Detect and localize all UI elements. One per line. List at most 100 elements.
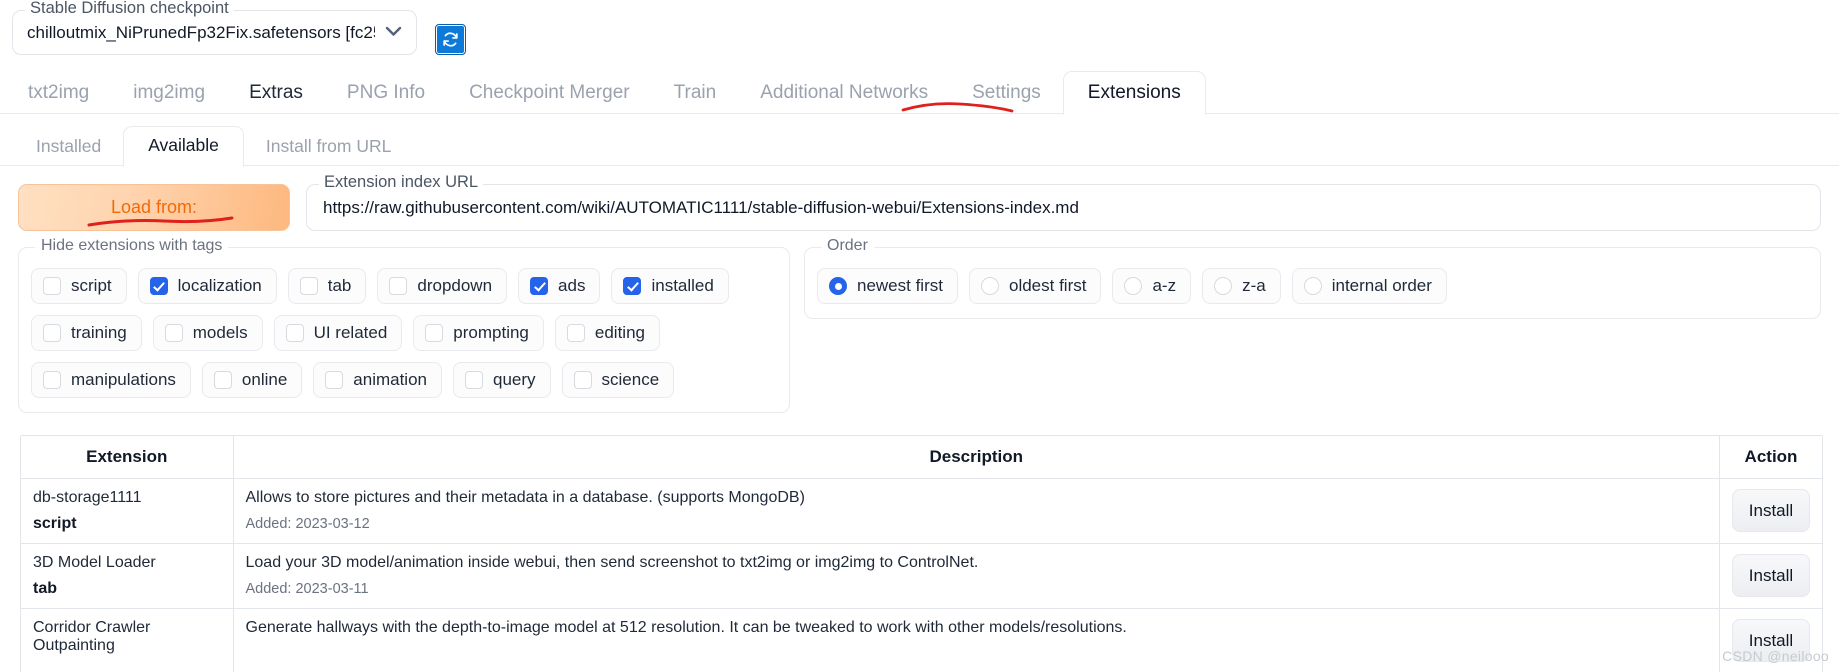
table-row: Corridor Crawler Outpainting Generate ha… <box>21 608 1822 672</box>
tag-checkbox-editing[interactable]: editing <box>554 315 660 351</box>
extension-cell: db-storage1111 script <box>21 478 234 544</box>
tag-label: training <box>71 323 127 342</box>
checkpoint-bar: Stable Diffusion checkpoint chilloutmix_… <box>0 0 1839 55</box>
order-radio-group: newest first oldest first a-z z-a intern… <box>817 268 1808 304</box>
order-radio-newest-first[interactable]: newest first <box>817 268 958 304</box>
subtab-installed[interactable]: Installed <box>14 130 123 166</box>
tag-checkbox-manipulations[interactable]: manipulations <box>31 362 191 398</box>
extension-tag: script <box>33 515 77 532</box>
extension-name: Corridor Crawler Outpainting <box>33 619 151 654</box>
tab-checkpoint-merger[interactable]: Checkpoint Merger <box>447 74 652 113</box>
tab-txt2img[interactable]: txt2img <box>6 74 111 113</box>
tag-label: tab <box>327 276 352 295</box>
checkbox-icon[interactable] <box>213 371 232 389</box>
checkbox-icon[interactable] <box>164 324 183 342</box>
tag-checkbox-ui-related[interactable]: UI related <box>273 315 403 351</box>
tag-checkbox-installed[interactable]: installed <box>611 268 729 304</box>
order-radio-oldest-first[interactable]: oldest first <box>968 268 1102 304</box>
description-cell: Generate hallways with the depth-to-imag… <box>233 608 1720 672</box>
subtab-available[interactable]: Available <box>123 126 244 167</box>
checkpoint-value: chilloutmix_NiPrunedFp32Fix.safetensors … <box>27 22 375 42</box>
hide-tags-legend: Hide extensions with tags <box>35 238 229 254</box>
radio-checked-icon[interactable] <box>829 277 847 295</box>
order-radio-internal-order[interactable]: internal order <box>1291 268 1447 304</box>
tag-checkbox-prompting[interactable]: prompting <box>413 315 544 351</box>
tab-extensions[interactable]: Extensions <box>1062 70 1206 115</box>
checkbox-icon[interactable] <box>465 371 483 389</box>
checkpoint-fieldset: Stable Diffusion checkpoint chilloutmix_… <box>12 0 417 55</box>
extension-added-date: Added: 2023-03-11 <box>245 581 369 597</box>
tab-train[interactable]: Train <box>652 74 739 113</box>
order-legend: Order <box>821 238 874 254</box>
checkbox-icon[interactable] <box>43 324 61 342</box>
tag-label: ads <box>558 276 586 295</box>
tag-checkbox-query[interactable]: query <box>453 362 551 398</box>
extension-cell: 3D Model Loader tab <box>21 543 234 609</box>
checkbox-icon[interactable] <box>425 324 444 342</box>
tab-settings[interactable]: Settings <box>950 74 1063 113</box>
table-row: db-storage1111 script Allows to store pi… <box>21 478 1822 544</box>
checkbox-icon[interactable] <box>43 371 61 389</box>
install-button[interactable]: Install <box>1732 554 1810 597</box>
radio-icon[interactable] <box>1303 277 1322 295</box>
tag-checkbox-localization[interactable]: localization <box>137 268 277 304</box>
tab-png-info[interactable]: PNG Info <box>325 74 447 113</box>
order-radio-z-a[interactable]: z-a <box>1202 268 1281 304</box>
description-cell: Load your 3D model/animation inside webu… <box>233 543 1720 609</box>
radio-icon[interactable] <box>1214 277 1233 295</box>
checkbox-icon[interactable] <box>285 324 304 342</box>
table-row: 3D Model Loader tab Load your 3D model/a… <box>21 543 1822 609</box>
tag-label: dropdown <box>417 276 493 295</box>
tab-img2img[interactable]: img2img <box>111 74 227 113</box>
subtab-install-from-url[interactable]: Install from URL <box>244 130 413 166</box>
tag-checkbox-models[interactable]: models <box>152 315 263 351</box>
tag-checkbox-script[interactable]: script <box>31 268 127 304</box>
description-cell: Allows to store pictures and their metad… <box>233 478 1720 544</box>
tag-checkbox-group: script localization tab dropdown ads ins… <box>31 268 777 398</box>
tag-checkbox-online[interactable]: online <box>201 362 303 398</box>
extension-index-url-legend: Extension index URL <box>319 174 484 191</box>
checkbox-icon[interactable] <box>43 277 61 295</box>
checkbox-icon[interactable] <box>573 371 592 389</box>
refresh-checkpoints-button[interactable] <box>435 24 466 55</box>
tab-extras[interactable]: Extras <box>227 74 325 113</box>
tag-label: localization <box>177 276 262 295</box>
checkbox-icon[interactable] <box>566 324 585 342</box>
extension-description: Allows to store pictures and their metad… <box>245 489 805 506</box>
tag-checkbox-training[interactable]: training <box>31 315 142 351</box>
order-label: internal order <box>1331 276 1432 295</box>
order-fieldset: Order newest first oldest first a-z z-a … <box>804 238 1821 319</box>
order-label: a-z <box>1152 276 1177 295</box>
extensions-subtab-bar: Installed Available Install from URL <box>0 124 1839 167</box>
header-description: Description <box>233 436 1720 479</box>
checkbox-checked-icon[interactable] <box>149 277 168 295</box>
tab-additional-networks[interactable]: Additional Networks <box>738 74 950 113</box>
tag-checkbox-dropdown[interactable]: dropdown <box>377 268 508 304</box>
checkpoint-dropdown[interactable]: chilloutmix_NiPrunedFp32Fix.safetensors … <box>13 11 416 54</box>
extension-description: Generate hallways with the depth-to-imag… <box>245 619 1127 636</box>
tag-checkbox-tab[interactable]: tab <box>287 268 367 304</box>
radio-icon[interactable] <box>980 277 999 295</box>
checkbox-checked-icon[interactable] <box>530 277 549 295</box>
checkbox-icon[interactable] <box>389 277 408 295</box>
extension-index-url-input[interactable] <box>307 185 1820 230</box>
refresh-icon <box>443 32 458 47</box>
tag-checkbox-science[interactable]: science <box>561 362 675 398</box>
checkbox-checked-icon[interactable] <box>623 277 642 295</box>
order-radio-a-z[interactable]: a-z <box>1112 268 1192 304</box>
hide-tags-fieldset: Hide extensions with tags script localiz… <box>18 238 790 413</box>
order-label: oldest first <box>1008 276 1087 295</box>
load-from-button[interactable]: Load from: <box>18 184 290 231</box>
radio-icon[interactable] <box>1124 277 1143 295</box>
tag-checkbox-ads[interactable]: ads <box>518 268 601 304</box>
tag-label: editing <box>594 323 645 342</box>
checkbox-icon[interactable] <box>325 371 344 389</box>
tag-label: models <box>192 323 248 342</box>
checkpoint-legend: Stable Diffusion checkpoint <box>25 0 234 17</box>
tag-checkbox-animation[interactable]: animation <box>313 362 442 398</box>
extensions-table: Extension Description Action db-storage1… <box>20 435 1823 672</box>
filters-row: Hide extensions with tags script localiz… <box>0 231 1839 413</box>
order-label: newest first <box>857 276 943 295</box>
checkbox-icon[interactable] <box>299 277 318 295</box>
install-button[interactable]: Install <box>1732 489 1810 532</box>
